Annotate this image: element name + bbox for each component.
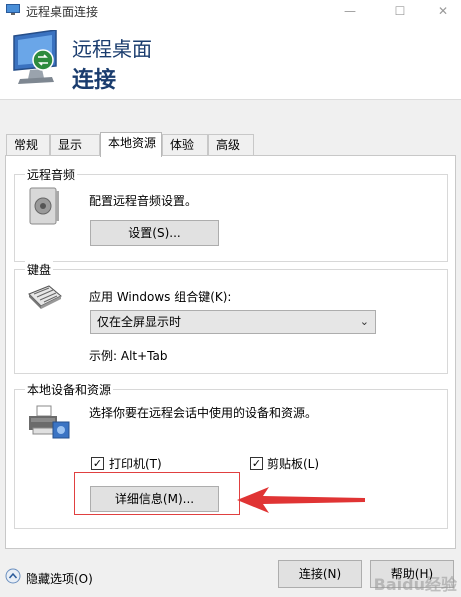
local-resources-panel: 远程音频 配置远程音频设置。 设置(S)... 键盘 应用 Windows 组合… [5, 155, 456, 549]
clipboard-checkbox[interactable]: ✓ [250, 457, 263, 470]
maximize-button[interactable]: ☐ [385, 2, 415, 20]
printer-device-icon [29, 405, 70, 439]
remote-audio-description: 配置远程音频设置。 [89, 194, 198, 208]
windows-key-combination-value: 仅在全屏显示时 [97, 315, 182, 329]
local-devices-group-label: 本地设备和资源 [25, 381, 114, 398]
audio-settings-button[interactable]: 设置(S)... [90, 220, 219, 246]
connect-button[interactable]: 连接(N) [278, 560, 362, 588]
red-arrow-annotation [237, 487, 365, 513]
tab-advanced[interactable]: 高级 [208, 134, 254, 155]
close-button[interactable]: ✕ [428, 2, 458, 20]
local-devices-description: 选择你要在远程会话中使用的设备和资源。 [89, 406, 318, 420]
tab-display[interactable]: 显示 [50, 134, 100, 155]
collapse-options-button[interactable] [5, 568, 21, 584]
hide-options-label[interactable]: 隐藏选项(O) [26, 570, 93, 587]
printers-checkbox[interactable]: ✓ [91, 457, 104, 470]
title-bar: 远程桌面连接 — ☐ ✕ [0, 0, 461, 22]
header-title-line1: 远程桌面 [72, 37, 152, 61]
chevron-up-icon [5, 568, 21, 584]
tab-general[interactable]: 常规 [6, 134, 50, 155]
keyboard-description: 应用 Windows 组合键(K): [89, 290, 232, 304]
keyboard-group: 键盘 应用 Windows 组合键(K): 仅在全屏显示时 ⌄ 示例: Alt+… [14, 261, 448, 374]
window-title: 远程桌面连接 [26, 5, 99, 19]
baidu-watermark: Baidu经验 [373, 575, 457, 594]
header-banner: 远程桌面 连接 [0, 22, 461, 100]
remote-desktop-monitor-icon [13, 30, 57, 84]
tab-experience[interactable]: 体验 [162, 134, 208, 155]
header-title-line2: 连接 [72, 68, 117, 93]
printers-label[interactable]: 打印机(T) [109, 455, 162, 472]
local-devices-group: 本地设备和资源 选择你要在远程会话中使用的设备和资源。 ✓ 打印机(T) ✓ 剪… [14, 381, 448, 529]
keyboard-icon [28, 285, 62, 309]
keyboard-example: 示例: Alt+Tab [89, 349, 168, 363]
remote-audio-group-label: 远程音频 [25, 166, 78, 183]
minimize-button[interactable]: — [335, 2, 365, 20]
remote-desktop-app-icon [6, 4, 20, 15]
chevron-down-icon: ⌄ [359, 315, 369, 328]
windows-key-combination-select[interactable]: 仅在全屏显示时 ⌄ [90, 310, 376, 334]
speaker-icon [29, 187, 59, 225]
more-details-button[interactable]: 详细信息(M)... [90, 486, 219, 512]
tab-local-resources[interactable]: 本地资源 [100, 132, 162, 157]
remote-audio-group: 远程音频 配置远程音频设置。 设置(S)... [14, 166, 448, 262]
clipboard-label[interactable]: 剪贴板(L) [267, 455, 319, 472]
keyboard-group-label: 键盘 [25, 261, 54, 278]
